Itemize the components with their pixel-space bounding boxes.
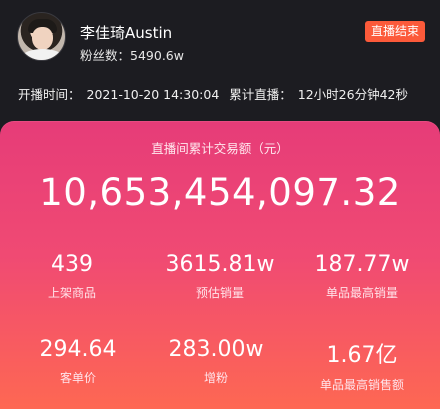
start-time-value: 2021-10-20 14:30:04 bbox=[86, 87, 220, 102]
transaction-title: 直播间累计交易额（元） bbox=[151, 141, 289, 156]
stat-estimated-sales: 3615.81w 预估销量 bbox=[150, 252, 290, 301]
transaction-total: 10,653,454,097.32 bbox=[39, 171, 401, 214]
duration-label: 累计直播： bbox=[229, 87, 292, 102]
streamer-avatar[interactable] bbox=[17, 12, 66, 61]
fans-value: 5490.6w bbox=[130, 48, 184, 63]
stat-label: 单品最高销售额 bbox=[319, 378, 404, 392]
duration-value: 12小时26分钟42秒 bbox=[297, 87, 408, 102]
live-ended-badge: 直播结束 bbox=[364, 21, 425, 42]
stat-label: 增粉 bbox=[203, 371, 228, 385]
stat-value: 1.67亿 bbox=[326, 343, 398, 368]
stat-label: 预估销量 bbox=[195, 286, 244, 300]
fans-count: 粉丝数：5490.6w bbox=[80, 45, 184, 64]
stat-value: 439 bbox=[51, 252, 93, 277]
start-time-label: 开播时间： bbox=[18, 87, 81, 102]
transaction-summary-card: 直播间累计交易额（元） 10,653,454,097.32 439 上架商品 3… bbox=[0, 121, 440, 409]
stat-value: 187.77w bbox=[314, 252, 410, 277]
stat-value: 283.00w bbox=[168, 337, 264, 362]
streamer-name[interactable]: 李佳琦Austin bbox=[80, 22, 172, 43]
stat-value: 3615.81w bbox=[165, 252, 275, 277]
avatar-shirt bbox=[22, 49, 63, 60]
stat-label: 客单价 bbox=[59, 371, 96, 385]
stat-max-item-sales: 187.77w 单品最高销量 bbox=[292, 252, 432, 301]
stat-label: 单品最高销量 bbox=[325, 286, 398, 300]
live-stats-page: 李佳琦Austin 粉丝数：5490.6w 直播结束 开播时间： 2021-10-… bbox=[0, 0, 440, 409]
fans-label: 粉丝数： bbox=[80, 48, 131, 63]
stat-avg-order-price: 294.64 客单价 bbox=[8, 337, 148, 386]
stat-max-item-revenue: 1.67亿 单品最高销售额 bbox=[292, 337, 432, 393]
avatar-face bbox=[32, 27, 53, 50]
stat-listed-products: 439 上架商品 bbox=[2, 252, 142, 301]
stream-info-line: 开播时间： 2021-10-20 14:30:04 累计直播： 12小时26分钟42… bbox=[18, 84, 414, 103]
streamer-header: 李佳琦Austin 粉丝数：5490.6w 直播结束 开播时间： 2021-10-… bbox=[0, 0, 440, 114]
stat-value: 294.64 bbox=[39, 337, 117, 362]
stat-label: 上架商品 bbox=[47, 286, 96, 300]
stat-new-fans: 283.00w 增粉 bbox=[146, 337, 286, 386]
